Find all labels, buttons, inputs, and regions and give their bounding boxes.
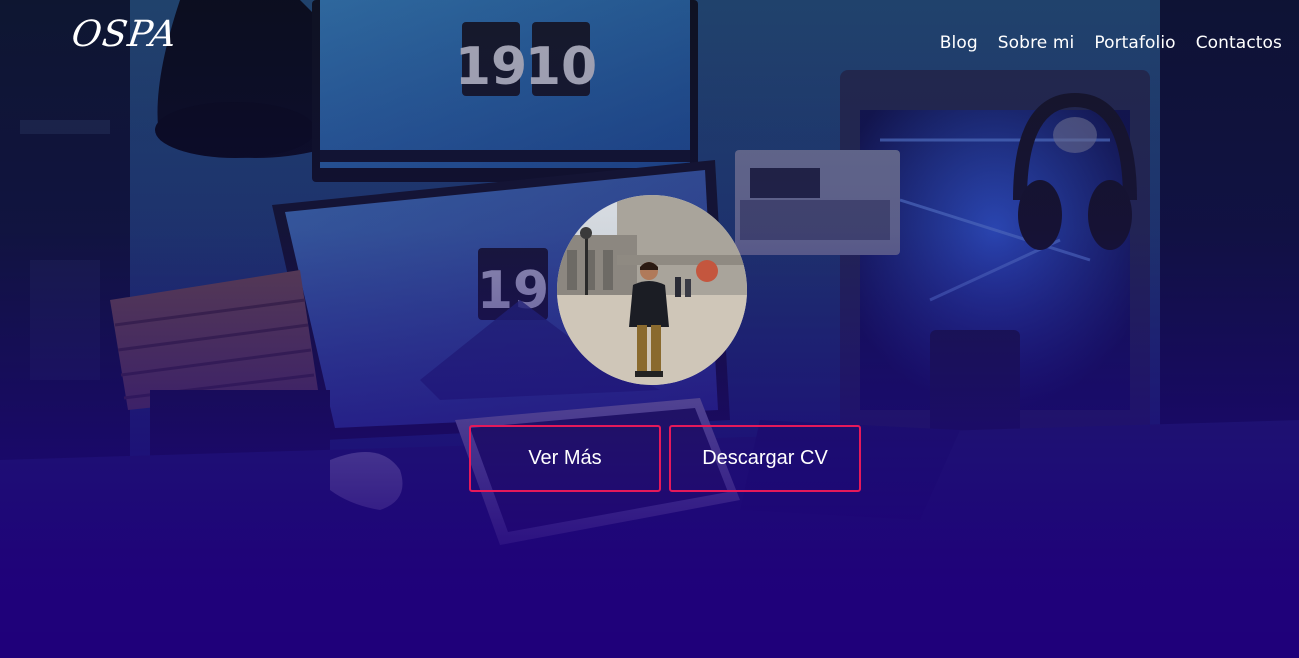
nav-item-sobre-mi[interactable]: Sobre mi [998, 33, 1075, 53]
profile-photo [557, 195, 747, 385]
download-cv-button[interactable]: Descargar CV [669, 425, 861, 492]
site-logo[interactable]: OSPA [69, 14, 180, 55]
nav-item-contactos[interactable]: Contactos [1196, 33, 1282, 53]
nav-item-portafolio[interactable]: Portafolio [1094, 33, 1175, 53]
hero-section: 19 10 19 [0, 0, 1299, 658]
nav-item-blog[interactable]: Blog [940, 33, 978, 53]
ver-mas-button[interactable]: Ver Más [469, 425, 661, 492]
main-nav: Blog Sobre mi Portafolio Contactos [940, 33, 1282, 53]
profile-avatar [557, 195, 747, 385]
